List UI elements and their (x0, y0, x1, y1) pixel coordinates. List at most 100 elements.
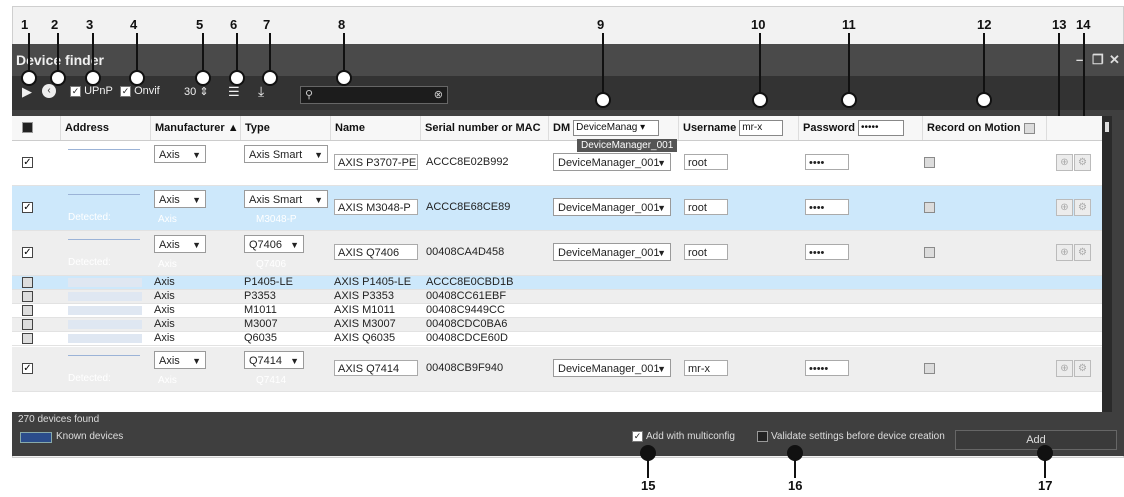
scrollbar-thumb[interactable] (1105, 122, 1109, 132)
dm-dropdown[interactable]: DeviceManager_001 ▼ (553, 198, 671, 216)
table-row[interactable]: ✓ Detected: Axis ▼ Axis Axis Smart ▼ P3707… (12, 141, 1102, 186)
row-checkbox[interactable] (22, 319, 33, 330)
username-input[interactable]: root (684, 199, 728, 215)
type-dropdown[interactable]: Axis Smart ▼ (244, 145, 328, 163)
restore-icon[interactable]: ❐ (1092, 52, 1104, 68)
manufacturer-dropdown[interactable]: Axis ▼ (154, 145, 206, 163)
dm-dropdown[interactable]: DeviceManager_001 ▼ (553, 243, 671, 261)
clear-search-icon[interactable]: ⊗ (434, 88, 443, 101)
serial-cell: 00408C9449CC (426, 304, 505, 316)
username-input[interactable]: root (684, 154, 728, 170)
type-cell: M1011 (244, 304, 277, 316)
callout-line-3 (92, 33, 94, 73)
validate-checkbox[interactable] (757, 431, 768, 442)
onvif-checkbox[interactable]: ✓ (120, 85, 131, 97)
username-default-input[interactable]: mr-x (739, 120, 784, 137)
dm-default-dropdown[interactable]: DeviceManag ▾ (573, 120, 660, 137)
upnp-toggle[interactable]: ✓ UPnP (70, 85, 113, 97)
manufacturer-dropdown[interactable]: Axis ▼ (154, 235, 206, 253)
table-row[interactable]: ✓ Detected: Axis ▼ Axis Q7414 ▼ Q7414 AXIS… (12, 347, 1102, 392)
col-address[interactable]: Address (60, 116, 150, 140)
table-row[interactable]: ✓ Detected: Axis ▼ Axis Axis Smart ▼ M3048… (12, 186, 1102, 231)
row-checkbox[interactable] (22, 305, 33, 316)
table-row[interactable]: Axis P3353 AXIS P3353 00408CC61EBF (12, 290, 1102, 304)
record-motion-checkbox[interactable] (924, 363, 935, 374)
table-header: Address Manufacturer ▲ Type Name Serial … (12, 116, 1102, 141)
serial-cell: 00408CDCE60D (426, 332, 508, 344)
type-dropdown[interactable]: Q7406 ▼ (244, 235, 304, 253)
manufacturer-dropdown[interactable]: Axis ▼ (154, 351, 206, 369)
vertical-scrollbar[interactable] (1102, 116, 1112, 412)
table-row[interactable]: Axis M3007 AXIS M3007 00408CDC0BA6 (12, 318, 1102, 332)
callout-line-13 (1058, 33, 1060, 129)
count-stepper[interactable]: 30 ⇕ (184, 85, 209, 98)
add-device-icon[interactable]: ⊕ (1056, 199, 1073, 216)
manufacturer-dropdown[interactable]: Axis ▼ (154, 190, 206, 208)
add-device-icon[interactable]: ⊕ (1056, 154, 1073, 171)
record-motion-checkbox[interactable] (924, 157, 935, 168)
table-row[interactable]: ✓ Detected: Axis ▼ Axis Q7406 ▼ Q7406 AXIS… (12, 231, 1102, 276)
dropdown-arrow-icon: ▼ (657, 364, 666, 374)
add-device-icon[interactable]: ⊕ (1056, 360, 1073, 377)
name-input[interactable]: AXIS M3048-P (334, 199, 418, 215)
col-manufacturer[interactable]: Manufacturer ▲ (150, 116, 240, 140)
password-input[interactable]: ••••• (805, 360, 849, 376)
type-dropdown[interactable]: Q7414 ▼ (244, 351, 304, 369)
configure-icon[interactable]: ⚙ (1074, 154, 1091, 171)
name-input[interactable]: AXIS Q7406 (334, 244, 418, 260)
password-default-input[interactable]: ••••• (858, 120, 905, 137)
record-default-checkbox[interactable] (1023, 122, 1035, 134)
row-checkbox[interactable]: ✓ (22, 363, 33, 374)
password-input[interactable]: •••• (805, 199, 849, 215)
row-checkbox[interactable]: ✓ (22, 202, 33, 213)
table-row[interactable]: Axis Q6035 AXIS Q6035 00408CDCE60D (12, 332, 1102, 346)
onvif-toggle[interactable]: ✓ Onvif (120, 85, 160, 97)
multiconfig-checkbox[interactable]: ✓ (632, 431, 643, 442)
row-checkbox[interactable]: ✓ (22, 247, 33, 258)
row-checkbox[interactable] (22, 333, 33, 344)
col-type[interactable]: Type (240, 116, 330, 140)
table-row[interactable]: Axis M1011 AXIS M1011 00408C9449CC (12, 304, 1102, 318)
password-input[interactable]: •••• (805, 154, 849, 170)
name-input[interactable]: AXIS Q7414 (334, 360, 418, 376)
configure-icon[interactable]: ⚙ (1074, 360, 1091, 377)
row-checkbox[interactable] (22, 277, 33, 288)
stepper-arrows-icon[interactable]: ⇕ (199, 86, 208, 98)
configure-icon[interactable]: ⚙ (1074, 244, 1091, 261)
col-dm-label: DM (553, 122, 571, 134)
dm-dropdown[interactable]: DeviceManager_001 ▼ (553, 359, 671, 377)
select-all-checkbox[interactable] (22, 122, 33, 133)
upnp-checkbox[interactable]: ✓ (70, 85, 81, 97)
col-username: Username mr-x (678, 116, 798, 140)
configure-icon[interactable]: ⚙ (1074, 199, 1091, 216)
row-checkbox[interactable] (22, 291, 33, 302)
callout-1: 1 (21, 17, 29, 32)
download-icon[interactable]: ⤓ (258, 83, 264, 100)
callout-dot-6 (229, 70, 245, 86)
col-name[interactable]: Name (330, 116, 420, 140)
play-icon[interactable]: ▶ (22, 84, 32, 100)
name-input[interactable]: AXIS P3707-PE (334, 154, 418, 170)
type-dropdown[interactable]: Axis Smart ▼ (244, 190, 328, 208)
dropdown-arrow-icon: ▼ (314, 195, 323, 205)
manufacturer-detected: Axis (158, 259, 177, 270)
sort-asc-icon: ▲ (227, 122, 239, 134)
row-checkbox[interactable]: ✓ (22, 157, 33, 168)
table-row[interactable]: Axis P1405-LE AXIS P1405-LE ACCC8E0CBD1B (12, 276, 1102, 290)
username-input[interactable]: root (684, 244, 728, 260)
filter-list-icon[interactable]: ☰ (228, 84, 240, 100)
dm-dropdown[interactable]: DeviceManager_001 ▼ (553, 153, 671, 171)
title-bar: Device finder – ❐ ✕ (12, 44, 1124, 76)
col-manufacturer-label: Manufacturer (155, 122, 225, 134)
add-button[interactable]: Add (955, 430, 1117, 450)
record-motion-checkbox[interactable] (924, 247, 935, 258)
add-device-icon[interactable]: ⊕ (1056, 244, 1073, 261)
record-motion-checkbox[interactable] (924, 202, 935, 213)
username-input[interactable]: mr-x (684, 360, 728, 376)
back-icon[interactable]: ‹ (42, 84, 56, 98)
col-serial[interactable]: Serial number or MAC (420, 116, 548, 140)
search-field[interactable]: ⚲ ⊗ (300, 86, 448, 104)
manufacturer-cell: Axis (154, 276, 175, 288)
close-icon[interactable]: ✕ (1109, 52, 1120, 68)
password-input[interactable]: •••• (805, 244, 849, 260)
